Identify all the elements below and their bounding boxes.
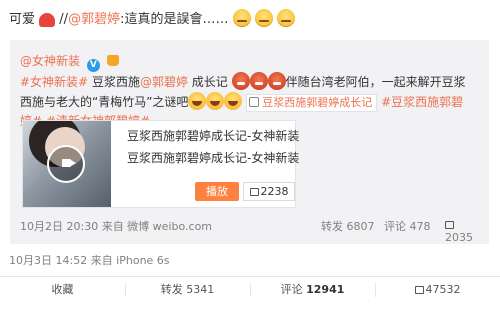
video-link[interactable]: 豆浆西施郭碧婷成长记 xyxy=(246,94,378,112)
laugh-emoji-icon xyxy=(188,92,207,110)
comment-button[interactable]: 评论 12941 xyxy=(250,277,375,315)
action-bar: 收藏 转发 5341 评论 12941 47532 xyxy=(0,276,500,315)
favorite-label: 收藏 xyxy=(51,283,74,296)
laugh-emoji-icon xyxy=(224,92,243,110)
post-body: :這真的是誤會…… xyxy=(120,12,229,27)
post-separator: // xyxy=(59,12,69,27)
quoted-like-count: 2035 xyxy=(445,231,473,244)
mention-link[interactable]: @郭碧婷 xyxy=(68,12,120,27)
video-card[interactable]: 豆浆西施郭碧婷成长记-女神新装 豆浆西施郭碧婷成长记-女神新装 播放 2238 xyxy=(22,120,300,208)
quoted-post: @女神新装 V #女神新装# 豆浆西施@郭碧婷 成长记 伴随台湾老阿伯，一起来解… xyxy=(10,40,489,244)
post-time-source[interactable]: 10月3日 14:52 来自 iPhone 6s xyxy=(9,252,170,268)
play-button[interactable]: 播放 xyxy=(195,182,239,201)
quoted-mention-link[interactable]: @郭碧婷 xyxy=(140,75,188,89)
quoted-like-button[interactable]: 2035 xyxy=(445,218,480,244)
video-icon xyxy=(249,97,260,107)
quoted-author-link[interactable]: @女神新装 xyxy=(20,54,80,68)
hashtag-link[interactable]: #女神新装# xyxy=(20,75,88,89)
favorite-button[interactable]: 收藏 xyxy=(0,277,125,315)
cheer-emoji-icon xyxy=(231,72,250,90)
like-count: 47532 xyxy=(425,283,461,296)
like-button[interactable]: 47532 xyxy=(375,277,500,315)
comment-label: 评论 xyxy=(280,283,307,296)
sleepy-emoji-icon xyxy=(232,9,251,27)
quoted-footer: 10月2日 20:30 来自 微博 weibo.com 转发 6807 评论 4… xyxy=(20,218,480,244)
sleepy-emoji-icon xyxy=(254,9,273,27)
verified-icon: V xyxy=(86,59,100,72)
video-card-subtitle: 豆浆西施郭碧婷成长记-女神新装 xyxy=(127,151,300,165)
repost-label: 转发 5341 xyxy=(160,283,215,296)
thumbs-up-icon xyxy=(414,286,424,294)
camera-icon xyxy=(62,159,76,167)
member-crown-icon xyxy=(106,55,119,66)
video-like-button[interactable]: 2238 xyxy=(243,182,295,201)
video-link-label: 豆浆西施郭碧婷成长记 xyxy=(262,96,373,109)
quoted-time-source[interactable]: 10月2日 20:30 来自 微博 weibo.com xyxy=(20,220,212,233)
video-card-title[interactable]: 豆浆西施郭碧婷成长记-女神新装 xyxy=(127,127,299,144)
cheer-emoji-icon xyxy=(249,72,268,90)
quoted-comment-link[interactable]: 评论 478 xyxy=(384,218,431,234)
quoted-text-1: 豆浆西施 xyxy=(88,75,140,89)
video-like-count: 2238 xyxy=(260,185,289,198)
thumbs-up-icon xyxy=(445,221,454,229)
sleepy-emoji-icon xyxy=(276,9,295,27)
quoted-author-row: @女神新装 V xyxy=(20,52,119,72)
repost-button[interactable]: 转发 5341 xyxy=(125,277,250,315)
quoted-text-2: 成长记 xyxy=(187,75,228,89)
play-video-icon[interactable] xyxy=(47,145,85,183)
laugh-emoji-icon xyxy=(206,92,225,110)
comment-count: 12941 xyxy=(306,283,345,296)
video-thumbnail[interactable] xyxy=(23,121,111,207)
heart-emoji-icon xyxy=(39,13,56,27)
cheer-emoji-icon xyxy=(267,72,286,90)
post-prefix: 可爱 xyxy=(9,12,36,27)
quoted-repost-link[interactable]: 转发 6807 xyxy=(321,218,375,234)
thumbs-up-icon xyxy=(249,188,259,196)
post-text: 可爱 //@郭碧婷:這真的是誤會…… xyxy=(9,8,295,27)
